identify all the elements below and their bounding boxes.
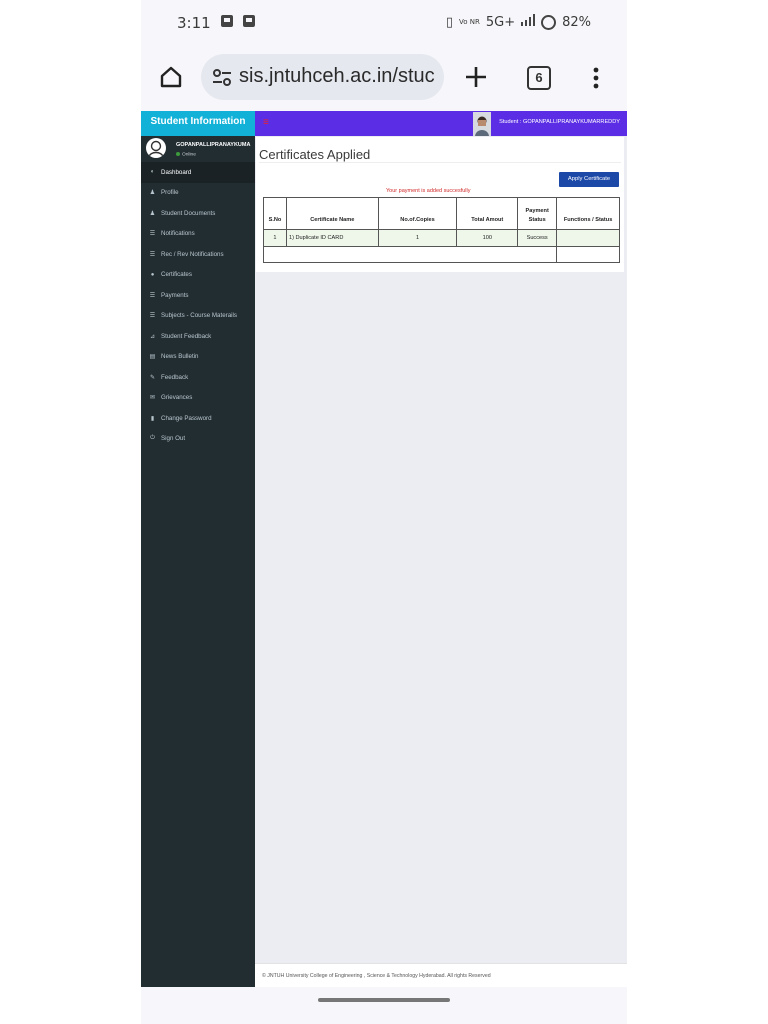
user-name: GOPANPALLIPRANAYKUMA	[176, 142, 251, 148]
battery-percent: 82%	[562, 14, 591, 30]
sidebar-item-label: Rec / Rev Notifications	[161, 250, 224, 258]
sidebar-menu: ◐ Dashboard ♟ Profile ♟ Student Documents ☰…	[141, 162, 255, 449]
web-page: Student Information GOPANPALLIPRANAYKUMA…	[141, 111, 627, 987]
column-header: S.No	[263, 197, 287, 230]
sidebar-item-label: Subjects - Course Materails	[161, 312, 237, 320]
column-header: Total Amout	[456, 197, 519, 230]
dashboard-icon: ◐	[150, 169, 155, 176]
apply-certificate-button[interactable]: Apply Certificate	[559, 172, 619, 187]
signal-icon	[521, 14, 536, 30]
certificates-panel: Certificates Applied Apply Certificate Y…	[256, 137, 624, 272]
sidebar: Student Information GOPANPALLIPRANAYKUMA…	[141, 111, 255, 987]
list-icon: ☰	[149, 231, 156, 238]
sidebar-item-student-documents[interactable]: ♟ Student Documents	[141, 203, 255, 224]
user-panel: GOPANPALLIPRANAYKUMA Online	[141, 136, 255, 162]
sidebar-item-certificates[interactable]: ● Certificates	[141, 265, 255, 286]
sidebar-item-notifications[interactable]: ☰ Notifications	[141, 224, 255, 245]
volte-label: Vo NR	[458, 17, 480, 26]
table-cell: 1	[263, 229, 287, 247]
table-cell: 1) Duplicate ID CARD	[285, 229, 379, 247]
sidebar-item-change-password[interactable]: ▮ Change Password	[141, 408, 255, 429]
sidebar-item-sign-out[interactable]: ⏻ Sign Out	[141, 429, 255, 450]
sidebar-item-label: Grievances	[161, 394, 193, 402]
status-time: 3:11	[177, 14, 211, 32]
address-bar[interactable]: sis.jntuhceh.ac.in/stuc	[201, 54, 444, 100]
sidebar-item-label: Feedback	[161, 373, 189, 381]
vibrate-icon: ▯	[445, 14, 453, 30]
table-row: 1 1) Duplicate ID CARD 1 100 Success	[263, 229, 620, 247]
menu-toggle-icon[interactable]: ≡	[263, 117, 269, 128]
sidebar-item-dashboard[interactable]: ◐ Dashboard	[141, 162, 255, 183]
page-title: Certificates Applied	[259, 147, 371, 162]
sidebar-item-student-feedback[interactable]: ⊿ Student Feedback	[141, 326, 255, 347]
top-navbar: ≡ Student : GOPANPALLIPRANAYKUMARREDDY	[255, 111, 627, 136]
sidebar-item-subjects[interactable]: ☰ Subjects - Course Materails	[141, 306, 255, 327]
notification-icon	[221, 15, 233, 27]
payment-message: Your payment is added succesfully	[386, 188, 471, 194]
sidebar-item-label: Dashboard	[161, 168, 192, 176]
table-cell: 100	[456, 229, 519, 247]
divider	[259, 162, 621, 163]
home-icon[interactable]	[157, 63, 185, 91]
sidebar-item-news-bulletin[interactable]: ▤ News Bulletin	[141, 347, 255, 368]
table-header-row: S.No Certificate Name No.of.Copies Total…	[263, 197, 620, 230]
phone-screen: 3:11 ▯ Vo NR 5G+ 82% sis.jntuhceh.ac.in/…	[141, 0, 627, 1024]
table-cell	[556, 229, 620, 247]
envelope-icon: ✉	[149, 395, 156, 402]
brand-title[interactable]: Student Information	[141, 111, 255, 136]
url-text: sis.jntuhceh.ac.in/stuc	[239, 65, 435, 87]
sidebar-item-label: Profile	[161, 189, 179, 197]
student-label[interactable]: Student : GOPANPALLIPRANAYKUMARREDDY	[499, 119, 620, 125]
network-label: 5G+	[485, 14, 516, 30]
certificates-table: S.No Certificate Name No.of.Copies Total…	[262, 197, 620, 263]
sidebar-item-label: Change Password	[161, 414, 212, 422]
avatar	[146, 138, 166, 158]
table-cell: Success	[517, 229, 558, 247]
student-photo[interactable]	[473, 112, 491, 136]
tab-switcher-button[interactable]: 6	[527, 66, 551, 90]
sidebar-item-profile[interactable]: ♟ Profile	[141, 183, 255, 204]
sidebar-item-label: News Bulletin	[161, 353, 199, 361]
site-settings-icon[interactable]	[211, 65, 233, 89]
sidebar-item-label: Payments	[161, 291, 189, 299]
column-header: No.of.Copies	[377, 197, 458, 230]
gesture-bar[interactable]	[318, 998, 450, 1002]
list-icon: ☰	[149, 313, 156, 320]
column-header: Certificate Name	[285, 197, 379, 230]
user-icon: ♟	[149, 210, 156, 217]
newspaper-icon: ▤	[149, 354, 156, 361]
sidebar-item-label: Student Feedback	[161, 332, 212, 340]
power-icon: ⏻	[150, 435, 155, 442]
table-cell: 1	[377, 229, 458, 247]
sidebar-item-grievances[interactable]: ✉ Grievances	[141, 388, 255, 409]
sidebar-item-label: Notifications	[161, 230, 195, 238]
lock-icon: ▮	[150, 415, 155, 422]
online-status: Online	[176, 152, 196, 157]
table-row-empty	[262, 246, 620, 263]
battery-icon	[541, 14, 557, 30]
column-header: Payment Status	[517, 197, 558, 230]
sidebar-item-label: Certificates	[161, 271, 192, 279]
comments-icon: ✎	[149, 374, 156, 381]
sidebar-item-feedback[interactable]: ✎ Feedback	[141, 367, 255, 388]
sidebar-item-label: Sign Out	[161, 435, 186, 443]
sidebar-item-label: Student Documents	[161, 209, 216, 217]
list-icon: ☰	[149, 292, 156, 299]
sidebar-item-rec-rev-notifications[interactable]: ☰ Rec / Rev Notifications	[141, 244, 255, 265]
page-footer: © JNTUH University College of Engineerin…	[255, 963, 627, 987]
user-icon: ♟	[149, 190, 156, 197]
browser-toolbar: sis.jntuhceh.ac.in/stuc 6	[141, 52, 627, 104]
status-indicators: ▯ Vo NR 5G+ 82%	[446, 14, 591, 30]
circle-icon: ●	[150, 271, 155, 278]
new-tab-icon[interactable]	[463, 64, 489, 90]
overflow-menu-icon[interactable]	[593, 66, 599, 90]
list-icon: ☰	[149, 251, 156, 258]
sidebar-item-payments[interactable]: ☰ Payments	[141, 285, 255, 306]
rss-icon: ⊿	[149, 333, 156, 340]
table-cell	[556, 246, 620, 263]
status-bar: 3:11 ▯ Vo NR 5G+ 82%	[141, 0, 627, 44]
table-cell	[262, 246, 558, 263]
notification-icon	[243, 15, 255, 27]
column-header: Functions / Status	[556, 197, 620, 230]
